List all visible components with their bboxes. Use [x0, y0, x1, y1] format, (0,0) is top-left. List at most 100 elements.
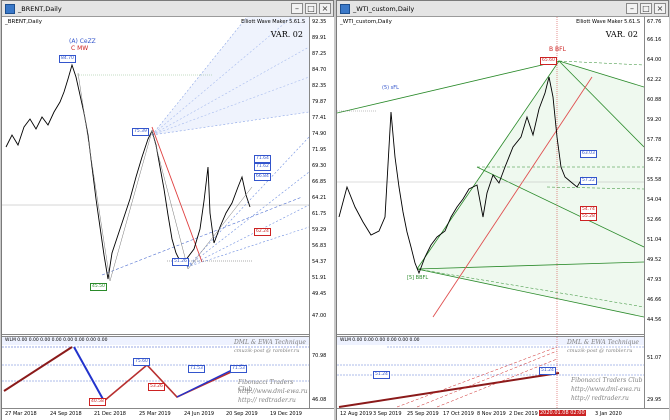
time-tick: 24 Jun 2019 — [184, 411, 215, 417]
watermark-line-3: Fibonacci Traders Club — [571, 377, 643, 384]
close-button[interactable]: × — [654, 3, 666, 14]
price-tick: 61.75 — [312, 211, 327, 217]
price-tick: 62.22 — [647, 77, 662, 83]
price-box-63-03: 63.03 — [580, 150, 597, 158]
indicator-name: Elliott Wave Maker 5.61.S — [576, 19, 640, 25]
chart-app-icon — [5, 3, 15, 14]
price-box-66-84: 66.84 — [254, 173, 271, 181]
chart-app-icon — [340, 3, 350, 14]
wlm-box-51-24-b: 51.24 — [539, 367, 556, 375]
wave-label-bfl: B BFL — [549, 46, 566, 53]
price-tick: 84.70 — [312, 67, 327, 73]
variant-label: VAR. 02 — [270, 30, 303, 39]
price-tick: 51.04 — [647, 237, 662, 243]
price-box-51-26: 51.26 — [172, 258, 189, 266]
time-tick: 24 Sep 2018 — [50, 411, 82, 417]
minimize-button[interactable]: – — [291, 3, 303, 14]
indicator-name: Elliott Wave Maker 5.61.S — [241, 19, 305, 25]
brent-titlebar[interactable]: _BRENT,Daily – □ × — [2, 1, 333, 17]
wlm-box-53-26: 53.26 — [148, 383, 165, 391]
time-tick: 3 Sep 2019 — [373, 411, 402, 417]
wlm-header: WLM 0.00 0.00 0.00 0.00 0.00 0.00 0.00 0… — [5, 338, 108, 343]
wlm-header: WLM 0.00 0.00 0.00 0.00 0.00 0.00 — [340, 338, 420, 343]
price-tick: 69.30 — [312, 163, 327, 169]
wave-label-cezz: (A) CeZZ — [69, 38, 96, 45]
wti-price-chart[interactable]: _WTI_custom,Daily Elliott Wave Maker 5.6… — [337, 17, 644, 335]
time-tick: 19 Dec 2019 — [270, 411, 302, 417]
window-title: _BRENT,Daily — [18, 4, 62, 13]
price-box-71-64: 71.64 — [254, 155, 271, 163]
price-tick: 92.35 — [312, 19, 327, 25]
price-tick: 79.87 — [312, 99, 327, 105]
symbol-label: _BRENT,Daily — [5, 19, 42, 25]
variant-label: VAR. 02 — [605, 30, 638, 39]
watermark-line-4: http://www.dml-ewa.ru — [238, 388, 308, 395]
wlm-box-71-53-a: 71.53 — [188, 365, 205, 373]
price-tick: 44.56 — [647, 317, 662, 323]
wti-time-axis[interactable]: 12 Aug 2019 3 Sep 2019 25 Sep 2019 17 Oc… — [337, 408, 669, 420]
price-box-62-24: 62.24 — [254, 228, 271, 236]
wti-chart-window[interactable]: _WTI_custom,Daily – □ × _WTI_custom,Dail… — [336, 0, 669, 420]
price-tick: 66.85 — [312, 179, 327, 185]
time-tick: 25 Mar 2019 — [139, 411, 171, 417]
price-tick: 66.16 — [647, 37, 662, 43]
wti-titlebar[interactable]: _WTI_custom,Daily – □ × — [337, 1, 668, 17]
maximize-button[interactable]: □ — [640, 3, 652, 14]
wlm-box-71-53-b: 71.53 — [230, 365, 247, 373]
price-tick: 70.98 — [312, 353, 327, 359]
maximize-button[interactable]: □ — [305, 3, 317, 14]
price-tick: 60.88 — [647, 97, 662, 103]
watermark-line-1: DML & EWA Technique — [234, 339, 306, 346]
price-tick: 87.25 — [312, 51, 327, 57]
price-tick: 67.76 — [647, 19, 662, 25]
time-tick: 8 Nov 2019 — [477, 411, 506, 417]
price-tick: 54.04 — [647, 197, 662, 203]
price-tick: 52.66 — [647, 217, 662, 223]
price-box-45-50: 45.50 — [90, 283, 107, 291]
brent-wlm-subchart[interactable]: WLM 0.00 0.00 0.00 0.00 0.00 0.00 0.00 0… — [2, 336, 309, 408]
minimize-button[interactable]: – — [626, 3, 638, 14]
price-box-71-62: 71.62 — [254, 163, 271, 171]
price-tick: 49.52 — [647, 257, 662, 263]
price-tick: 51.91 — [312, 275, 327, 281]
time-tick: 20 Sep 2019 — [226, 411, 258, 417]
wave-label-bbfl: [5] BBFL — [407, 275, 429, 281]
price-box-65-60: 65.60 — [540, 57, 557, 65]
wti-price-scale[interactable]: 67.76 66.16 64.00 62.22 60.88 59.20 57.7… — [644, 17, 669, 408]
price-tick: 89.91 — [312, 35, 327, 41]
time-tick: 12 Aug 2019 — [340, 411, 373, 417]
time-tick: 3 Jan 2020 — [595, 411, 622, 417]
price-tick: 64.00 — [647, 57, 662, 63]
brent-time-axis[interactable]: 27 Mar 2018 24 Sep 2018 21 Dec 2018 25 M… — [2, 408, 334, 420]
price-box-84-70: 84.70 — [59, 55, 76, 63]
brent-chart-window[interactable]: _BRENT,Daily – □ × _BRENT,Daily Elliott … — [1, 0, 334, 420]
watermark-line-1: DML & EWA Technique — [567, 339, 639, 346]
price-tick: 82.35 — [312, 83, 327, 89]
wave-label-cmw: C MW — [71, 45, 89, 52]
price-tick: 46.66 — [647, 297, 662, 303]
time-tick: 27 Mar 2018 — [5, 411, 37, 417]
price-tick: 47.93 — [647, 277, 662, 283]
wlm-box-40-58: 40.58 — [89, 398, 106, 406]
price-tick: 56.72 — [647, 157, 662, 163]
price-tick: 29.95 — [647, 397, 662, 403]
wti-wlm-subchart[interactable]: WLM 0.00 0.00 0.00 0.00 0.00 0.00 51.24 … — [337, 336, 644, 408]
price-tick: 71.95 — [312, 147, 327, 153]
wlm-box-75-60: 75.60 — [133, 358, 150, 366]
close-button[interactable]: × — [319, 3, 331, 14]
price-tick: 49.45 — [312, 291, 327, 297]
price-tick: 77.41 — [312, 115, 327, 121]
brent-price-scale[interactable]: 92.35 89.91 87.25 84.70 82.35 79.87 77.4… — [309, 17, 334, 408]
wave-label-sfl: (5) sFL — [382, 85, 399, 91]
window-title: _WTI_custom,Daily — [353, 4, 415, 13]
brent-price-chart[interactable]: _BRENT,Daily Elliott Wave Maker 5.61.S V… — [2, 17, 309, 335]
watermark-line-2: cmuzik-post @ rambler.ru — [234, 348, 300, 354]
price-box-55-28: 55.28 — [580, 213, 597, 221]
price-tick: 57.78 — [647, 137, 662, 143]
price-tick: 59.20 — [647, 117, 662, 123]
time-tick: 2 Dec 2019 — [509, 411, 538, 417]
price-tick: 59.29 — [312, 227, 327, 233]
price-box-75-39: 75.39 — [132, 128, 149, 136]
price-tick: 56.83 — [312, 243, 327, 249]
time-tick: 17 Oct 2019 — [443, 411, 474, 417]
